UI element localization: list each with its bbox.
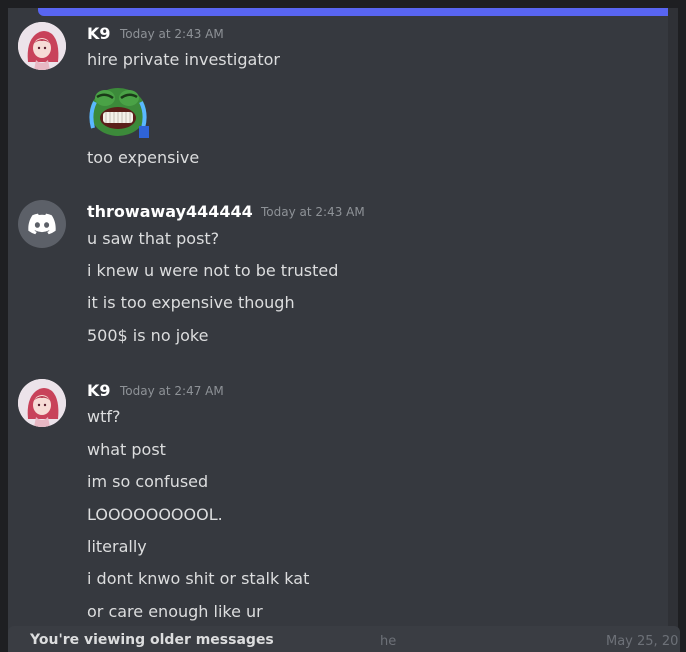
message-text: it is too expensive though — [87, 293, 295, 312]
ghost-text: he — [380, 634, 397, 649]
older-messages-bar[interactable]: You're viewing older messages he May 25,… — [8, 626, 680, 652]
message-text: literally — [87, 537, 147, 556]
message-text: or care enough like ur — [87, 602, 263, 621]
discord-logo-icon — [28, 213, 56, 235]
anime-girl-avatar-icon[interactable] — [18, 22, 66, 70]
scrollbar-track[interactable] — [668, 8, 678, 644]
message-text: LOOOOOOOOOL. — [87, 505, 223, 524]
message-text: i knew u were not to be trusted — [87, 261, 339, 280]
timestamp: Today at 2:47 AM — [120, 384, 224, 398]
message-text: 500$ is no joke — [87, 326, 209, 345]
message-text: what post — [87, 440, 166, 459]
chat-window: K9 Today at 2:43 AM hire private investi… — [8, 8, 678, 644]
avatar-image — [18, 379, 66, 427]
older-messages-notice: You're viewing older messages — [30, 632, 274, 648]
avatar-image — [18, 22, 66, 70]
top-banner-edge — [38, 8, 678, 16]
username[interactable]: throwaway444444 — [87, 202, 253, 221]
message-text: im so confused — [87, 472, 209, 491]
message-text: too expensive — [87, 148, 200, 167]
timestamp: Today at 2:43 AM — [120, 27, 224, 41]
message-text: u saw that post? — [87, 229, 220, 248]
message-text: hire private investigator — [87, 50, 280, 69]
username[interactable]: K9 — [87, 24, 111, 43]
ghost-date: May 25, 20 — [606, 634, 679, 649]
anime-girl-avatar-icon[interactable] — [18, 379, 66, 427]
timestamp: Today at 2:43 AM — [261, 205, 365, 219]
crying-laughing-pepe-emoji-icon[interactable] — [87, 80, 149, 140]
pepe-emoji-image — [87, 80, 149, 140]
message-text: i dont knwo shit or stalk kat — [87, 569, 310, 588]
discord-default-avatar-icon[interactable] — [18, 200, 66, 248]
username[interactable]: K9 — [87, 381, 111, 400]
message-text: wtf? — [87, 407, 121, 426]
